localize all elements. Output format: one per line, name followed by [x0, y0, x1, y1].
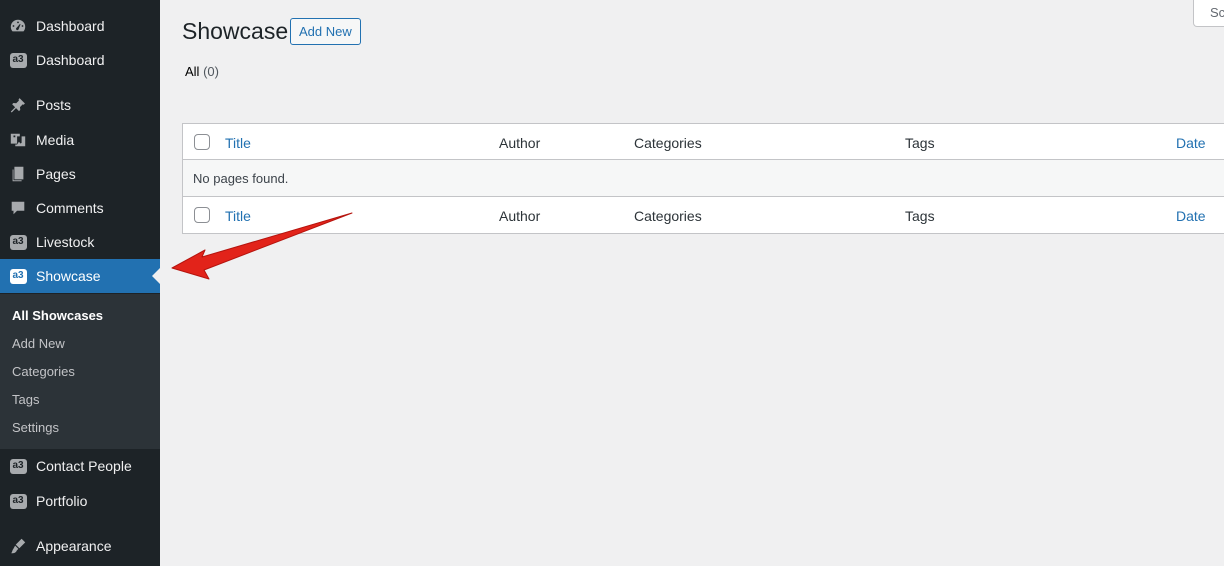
column-title-footer[interactable]: Title: [225, 208, 251, 224]
sidebar-item-pages[interactable]: Pages: [0, 157, 160, 191]
dashboard-icon: [9, 17, 27, 35]
sidebar-item-media[interactable]: Media: [0, 123, 160, 157]
sidebar-item-label: Posts: [36, 97, 72, 113]
no-items-message: No pages found.: [193, 171, 289, 186]
pages-icon: [9, 165, 27, 183]
sidebar-item-dashboard[interactable]: Dashboard: [0, 9, 160, 43]
column-date-footer[interactable]: Date: [1176, 208, 1206, 224]
sidebar-item-label: Appearance: [36, 538, 112, 554]
pin-icon: [9, 96, 27, 114]
showcase-submenu: All Showcases Add New Categories Tags Se…: [0, 294, 160, 449]
a3-icon: a3: [9, 267, 27, 285]
submenu-item-all-showcases[interactable]: All Showcases: [0, 301, 160, 329]
table-header-row: Title Author Categories Tags Date: [183, 124, 1224, 160]
comment-icon: [9, 199, 27, 217]
add-new-button[interactable]: Add New: [290, 18, 361, 45]
submenu-item-tags[interactable]: Tags: [0, 385, 160, 413]
column-author-footer: Author: [499, 208, 541, 224]
a3-icon: a3: [9, 492, 27, 510]
column-date[interactable]: Date: [1176, 135, 1206, 151]
sidebar-item-label: Media: [36, 132, 75, 148]
sidebar-item-portfolio[interactable]: a3 Portfolio: [0, 484, 160, 518]
brush-icon: [9, 537, 27, 555]
screen-options-button[interactable]: Screen Options: [1193, 0, 1224, 27]
select-all-checkbox-footer[interactable]: [194, 207, 210, 223]
sidebar-item-label: Livestock: [36, 234, 95, 250]
sidebar-item-contact-people[interactable]: a3 Contact People: [0, 449, 160, 483]
sidebar-item-label: Showcase: [36, 268, 101, 284]
sidebar-item-label: Portfolio: [36, 493, 88, 509]
sidebar-item-label: Comments: [36, 200, 104, 216]
column-tags-footer: Tags: [905, 208, 935, 224]
a3-icon: a3: [9, 233, 27, 251]
a3-icon: a3: [9, 51, 27, 69]
pages-list-table: Title Author Categories Tags Date No pag…: [182, 123, 1224, 234]
page-title: Showcase: [182, 18, 289, 44]
column-categories-footer: Categories: [634, 208, 702, 224]
sidebar-item-showcase[interactable]: a3 Showcase: [0, 259, 160, 293]
submenu-item-add-new[interactable]: Add New: [0, 329, 160, 357]
annotation-arrow: [171, 212, 353, 280]
sidebar-item-posts[interactable]: Posts: [0, 88, 160, 122]
select-all-checkbox[interactable]: [194, 134, 210, 150]
submenu-item-settings[interactable]: Settings: [0, 413, 160, 441]
sidebar-item-comments[interactable]: Comments: [0, 191, 160, 225]
sidebar-item-label: Pages: [36, 166, 76, 182]
table-row: No pages found.: [183, 160, 1224, 197]
column-title[interactable]: Title: [225, 135, 251, 151]
sidebar-item-label: Dashboard: [36, 52, 105, 68]
a3-icon: a3: [9, 457, 27, 475]
sidebar-item-livestock[interactable]: a3 Livestock: [0, 225, 160, 259]
sidebar-item-appearance[interactable]: Appearance: [0, 529, 160, 563]
sidebar-item-label: Dashboard: [36, 18, 105, 34]
admin-sidebar: Dashboard a3 Dashboard Posts Media Pages…: [0, 0, 160, 566]
column-categories: Categories: [634, 135, 702, 151]
column-tags: Tags: [905, 135, 935, 151]
sidebar-item-dashboard-a3[interactable]: a3 Dashboard: [0, 43, 160, 77]
column-author: Author: [499, 135, 541, 151]
status-filter: All (0): [185, 64, 219, 79]
filter-all-link[interactable]: All: [185, 64, 199, 79]
sidebar-item-label: Contact People: [36, 458, 132, 474]
filter-all-count: (0): [203, 64, 219, 79]
submenu-item-categories[interactable]: Categories: [0, 357, 160, 385]
media-icon: [9, 131, 27, 149]
table-footer-row: Title Author Categories Tags Date: [183, 197, 1224, 233]
